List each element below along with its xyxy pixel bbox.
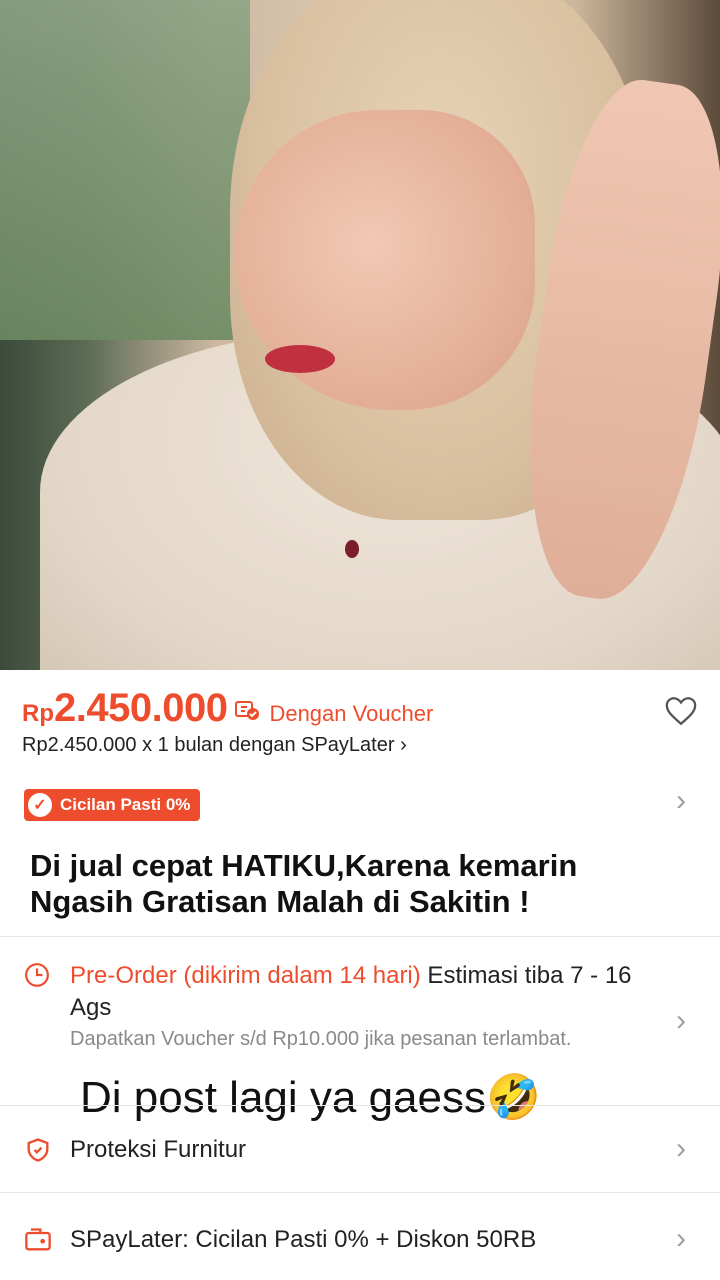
divider xyxy=(0,1192,720,1193)
product-photo[interactable] xyxy=(0,0,720,670)
chevron-right-icon[interactable]: › xyxy=(676,784,686,818)
voucher-label: Dengan Voucher xyxy=(269,701,434,726)
divider xyxy=(0,936,720,937)
check-icon: ✓ xyxy=(28,793,52,817)
clock-icon xyxy=(25,963,49,987)
price-value: 2.450.000 xyxy=(54,686,228,730)
spaylater-icon xyxy=(25,1228,51,1251)
heart-icon[interactable] xyxy=(664,694,698,728)
background-window xyxy=(0,0,250,340)
video-caption-overlay: Di jual cepat HATIKU,Karena kemarin Ngas… xyxy=(30,848,578,919)
video-caption-overlay-2: Di post lagi ya gaess🤣 xyxy=(76,1070,545,1126)
badge-label: Cicilan Pasti 0% xyxy=(60,795,191,814)
price-currency: Rp xyxy=(22,700,54,727)
photo-figure-lips xyxy=(265,345,335,373)
divider xyxy=(0,1105,720,1106)
protection-label[interactable]: Proteksi Furnitur xyxy=(70,1136,246,1164)
installment-badge: ✓ Cicilan Pasti 0% xyxy=(24,789,201,821)
preorder-label: Pre-Order (dikirim dalam 14 hari) xyxy=(70,962,421,989)
chevron-right-icon[interactable]: › xyxy=(676,1132,686,1166)
chevron-right-icon[interactable]: › xyxy=(676,1004,686,1038)
price-row: Rp 2.450.000 Dengan Voucher xyxy=(22,686,433,736)
chevron-right-icon[interactable]: › xyxy=(676,1222,686,1256)
spaylater-label[interactable]: SPayLater: Cicilan Pasti 0% + Diskon 50R… xyxy=(70,1226,536,1254)
voucher-icon xyxy=(235,699,260,727)
shipping-estimate[interactable]: Pre-Order (dikirim dalam 14 hari) Estima… xyxy=(70,960,670,1024)
installment-link[interactable]: Rp2.450.000 x 1 bulan dengan SPayLater › xyxy=(22,734,407,757)
shield-icon xyxy=(27,1138,49,1162)
photo-pendant xyxy=(345,540,359,558)
